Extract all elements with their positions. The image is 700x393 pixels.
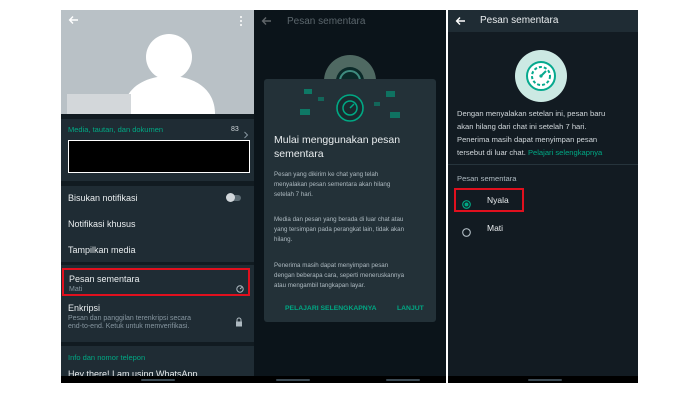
learn-more-button[interactable]: PELAJARI SELENGKAPNYA <box>285 305 377 312</box>
option-on-label: Nyala <box>487 195 509 205</box>
dialog-paragraph-3-line-2: dengan beberapa cara, seperti meneruskan… <box>274 272 405 279</box>
disappearing-intro-screen: Pesan sementara Mulai menggunakan pesan … <box>254 10 446 383</box>
info-phone-label: Info dan nomor telepon <box>68 353 146 362</box>
disappearing-settings-screen: Pesan sementara Dengan menyalakan setela… <box>448 10 638 383</box>
header-bar: Pesan sementara <box>448 10 638 32</box>
profile-photo-placeholder <box>61 10 254 114</box>
disappearing-messages-title: Pesan sementara <box>69 274 140 284</box>
blurred-name-box <box>67 94 131 114</box>
description-line-2: akan hilang dari chat ini setelah 7 hari… <box>457 122 587 131</box>
back-arrow-icon <box>260 14 274 28</box>
background-screen-title: Pesan sementara <box>287 16 366 27</box>
system-navigation-bar <box>448 376 638 383</box>
dialog-title-line-1: Mulai menggunakan pesan <box>274 134 401 146</box>
nav-pill <box>528 379 562 381</box>
divider <box>448 164 638 165</box>
toggle-knob <box>226 193 235 202</box>
dialog-paragraph-1-line-2: menyalakan pesan sementara akan hilang <box>274 181 391 188</box>
dialog-paragraph-3-line-1: Penerima masih dapat menyimpan pesan <box>274 262 389 269</box>
contact-info-screen: Media, tautan, dan dokumen 83 Bisukan no… <box>61 10 254 383</box>
description-line-1: Dengan menyalakan setelan ini, pesan bar… <box>457 109 606 118</box>
media-thumbnails-redacted <box>68 140 250 173</box>
description-line-4-text: tersebut di luar chat. <box>457 148 526 157</box>
media-visibility-item[interactable]: Tampilkan media <box>68 245 136 255</box>
dialog-paragraph-2-line-2: yang tersimpan pada perangkat lain, tida… <box>274 226 405 233</box>
learn-more-link[interactable]: Pelajari selengkapnya <box>528 148 602 157</box>
encryption-title[interactable]: Enkripsi <box>68 303 100 313</box>
description-line-3: Penerima masih dapat menyimpan pesan <box>457 135 598 144</box>
dialog-paragraph-2-line-1: Media dan pesan yang berada di luar chat… <box>274 216 404 223</box>
system-navigation-bar <box>254 376 446 383</box>
disappearing-illustration <box>298 87 402 125</box>
description-line-4: tersebut di luar chat. Pelajari selengka… <box>457 148 602 157</box>
dialog-paragraph-1-line-1: Pesan yang dikirim ke chat yang telah <box>274 171 379 178</box>
back-arrow-icon[interactable] <box>67 13 81 27</box>
intro-dialog: Mulai menggunakan pesan sementara Pesan … <box>264 79 436 322</box>
continue-button[interactable]: LANJUT <box>397 305 424 312</box>
lock-icon <box>235 314 243 327</box>
encryption-description-line-1: Pesan dan panggilan terenkripsi secara <box>68 315 191 322</box>
disappearing-messages-item[interactable]: Pesan sementara Mati <box>62 268 250 296</box>
custom-notifications-item[interactable]: Notifikasi khusus <box>68 219 136 229</box>
dialog-paragraph-3-line-3: atau mengambil tangkapan layar. <box>274 282 366 289</box>
option-off-row[interactable]: Mati <box>454 219 524 239</box>
dialog-title-line-2: sementara <box>274 148 324 160</box>
nav-pill <box>386 379 420 381</box>
section-label: Pesan sementara <box>457 174 517 183</box>
disappearing-messages-value: Mati <box>69 286 83 293</box>
radio-unselected-icon[interactable] <box>462 224 471 237</box>
media-count: 83 <box>231 126 239 133</box>
nav-pill <box>141 379 175 381</box>
dialog-paragraph-1-line-3: setelah 7 hari. <box>274 191 313 198</box>
page-title: Pesan sementara <box>480 15 559 26</box>
nav-pill <box>276 379 310 381</box>
privacy-section: Pesan sementara Mati Enkripsi Pesan dan … <box>61 265 254 342</box>
mute-notifications-toggle[interactable] <box>226 193 241 202</box>
overflow-menu-icon[interactable] <box>239 14 243 26</box>
timer-illustration-icon <box>515 50 567 102</box>
chat-settings-section: Bisukan notifikasi Notifikasi khusus Tam… <box>61 186 254 262</box>
option-off-label: Mati <box>487 223 504 233</box>
radio-selected-icon[interactable] <box>462 196 471 209</box>
encryption-description-line-2: end-to-end. Ketuk untuk memverifikasi. <box>68 323 190 330</box>
mute-notifications-label: Bisukan notifikasi <box>68 193 138 203</box>
media-count-chevron-icon <box>243 126 249 139</box>
disappearing-timer-icon <box>236 280 244 293</box>
back-arrow-icon[interactable] <box>454 14 468 28</box>
media-section: Media, tautan, dan dokumen 83 <box>61 119 254 181</box>
dialog-paragraph-2-line-3: hilang. <box>274 236 293 243</box>
media-links-docs-link[interactable]: Media, tautan, dan dokumen <box>68 125 163 134</box>
system-navigation-bar <box>61 376 254 383</box>
option-on-row[interactable]: Nyala <box>454 188 524 212</box>
